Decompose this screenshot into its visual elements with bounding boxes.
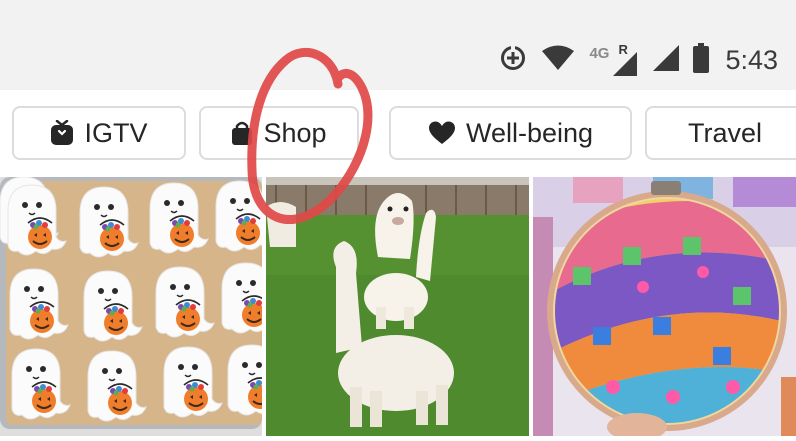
chip-label: IGTV: [84, 117, 148, 148]
heart-icon: [428, 121, 456, 145]
status-time: 5:43: [725, 44, 778, 75]
network-type-label: 4G: [589, 45, 610, 62]
shopping-bag-icon: [231, 120, 253, 146]
battery-icon: [693, 42, 710, 78]
chip-igtv[interactable]: IGTV: [12, 106, 186, 160]
chip-travel[interactable]: Travel: [645, 106, 796, 160]
alpacas-photo[interactable]: [266, 177, 529, 436]
chip-shop[interactable]: Shop: [199, 106, 359, 160]
data-saver-icon: [499, 44, 527, 77]
igtv-icon: [50, 120, 74, 146]
chip-label: Well-being: [465, 117, 594, 148]
ghost-cookies-photo[interactable]: [0, 177, 262, 436]
cell-signal-roaming-icon: 4G R: [589, 42, 639, 76]
chip-label: Travel: [687, 117, 762, 148]
punch-needle-hoop-photo[interactable]: [533, 177, 796, 436]
cell-signal-icon: [653, 44, 680, 76]
topic-chips-bar: IGTV Shop Well-being Travel: [0, 90, 796, 177]
status-bar: 4G R 5:43: [0, 0, 796, 90]
status-icons: 4G R 5:43: [499, 40, 778, 80]
chip-well-being[interactable]: Well-being: [389, 106, 632, 160]
explore-grid: [0, 177, 796, 441]
chip-label: Shop: [263, 117, 327, 148]
wifi-icon: [541, 44, 575, 77]
